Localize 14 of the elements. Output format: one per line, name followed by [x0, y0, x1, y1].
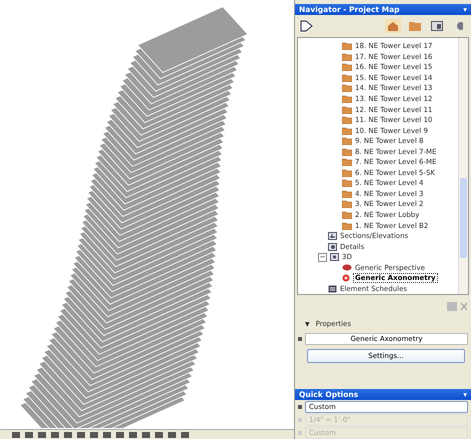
close-icon[interactable] [461, 302, 467, 310]
scrollbar[interactable] [458, 38, 468, 294]
schedule-icon [328, 284, 337, 293]
detail-icon [328, 242, 337, 251]
panel-icon[interactable] [447, 302, 457, 310]
bullet-icon [298, 337, 302, 341]
cube-icon [330, 253, 339, 262]
section-icon [328, 232, 337, 240]
camera-icon [342, 264, 352, 272]
cursor-icon[interactable] [299, 19, 315, 33]
house-icon[interactable] [385, 19, 401, 33]
globe-icon [342, 274, 350, 282]
layout-icon[interactable] [429, 19, 445, 33]
folder-icon[interactable] [407, 19, 423, 33]
